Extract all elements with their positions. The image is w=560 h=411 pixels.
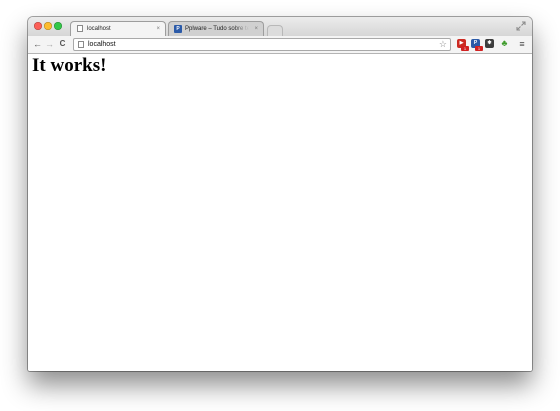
page-content: It works! (28, 54, 532, 371)
reload-button[interactable]: C (57, 38, 68, 50)
page-icon (78, 41, 84, 48)
address-bar[interactable]: ☆ (73, 38, 451, 51)
tab-localhost[interactable]: localhost × (70, 21, 166, 36)
page-icon (77, 25, 83, 32)
extension-badge: 1 (461, 46, 469, 51)
url-input[interactable] (88, 39, 428, 50)
tab-title: localhost (87, 26, 111, 32)
browser-toolbar: ← → C ☆ ▶ 1 P 1 ✱ ♣ ≡ (28, 36, 532, 54)
pplware-favicon-icon: P (174, 25, 182, 33)
minimize-window-button[interactable] (44, 22, 52, 30)
tab-pplware[interactable]: P Pplware – Tudo sobre tecnologia × (168, 21, 264, 36)
bookmark-star-icon[interactable]: ☆ (439, 39, 447, 50)
pplware-extension-icon[interactable]: P 1 (471, 39, 483, 51)
back-button[interactable]: ← (32, 38, 43, 50)
fullscreen-icon[interactable] (516, 21, 526, 31)
evernote-extension-icon[interactable]: ♣ (500, 39, 509, 48)
tab-title: Pplware – Tudo sobre tecnologia (185, 26, 249, 32)
close-tab-icon[interactable]: × (156, 22, 160, 36)
new-tab-button[interactable] (267, 25, 283, 36)
extension-badge: 1 (475, 46, 483, 51)
asterisk-icon: ✱ (487, 40, 492, 46)
title-bar: localhost × P Pplware – Tudo sobre tecno… (28, 17, 532, 36)
youtube-extension-icon[interactable]: ▶ 1 (457, 39, 469, 51)
forward-button[interactable]: → (44, 38, 55, 50)
close-window-button[interactable] (34, 22, 42, 30)
maximize-window-button[interactable] (54, 22, 62, 30)
page-heading: It works! (32, 55, 107, 76)
browser-window: localhost × P Pplware – Tudo sobre tecno… (28, 17, 532, 371)
lastpass-extension-icon[interactable]: ✱ (485, 39, 494, 48)
close-tab-icon[interactable]: × (254, 22, 258, 36)
menu-icon[interactable]: ≡ (517, 38, 527, 50)
